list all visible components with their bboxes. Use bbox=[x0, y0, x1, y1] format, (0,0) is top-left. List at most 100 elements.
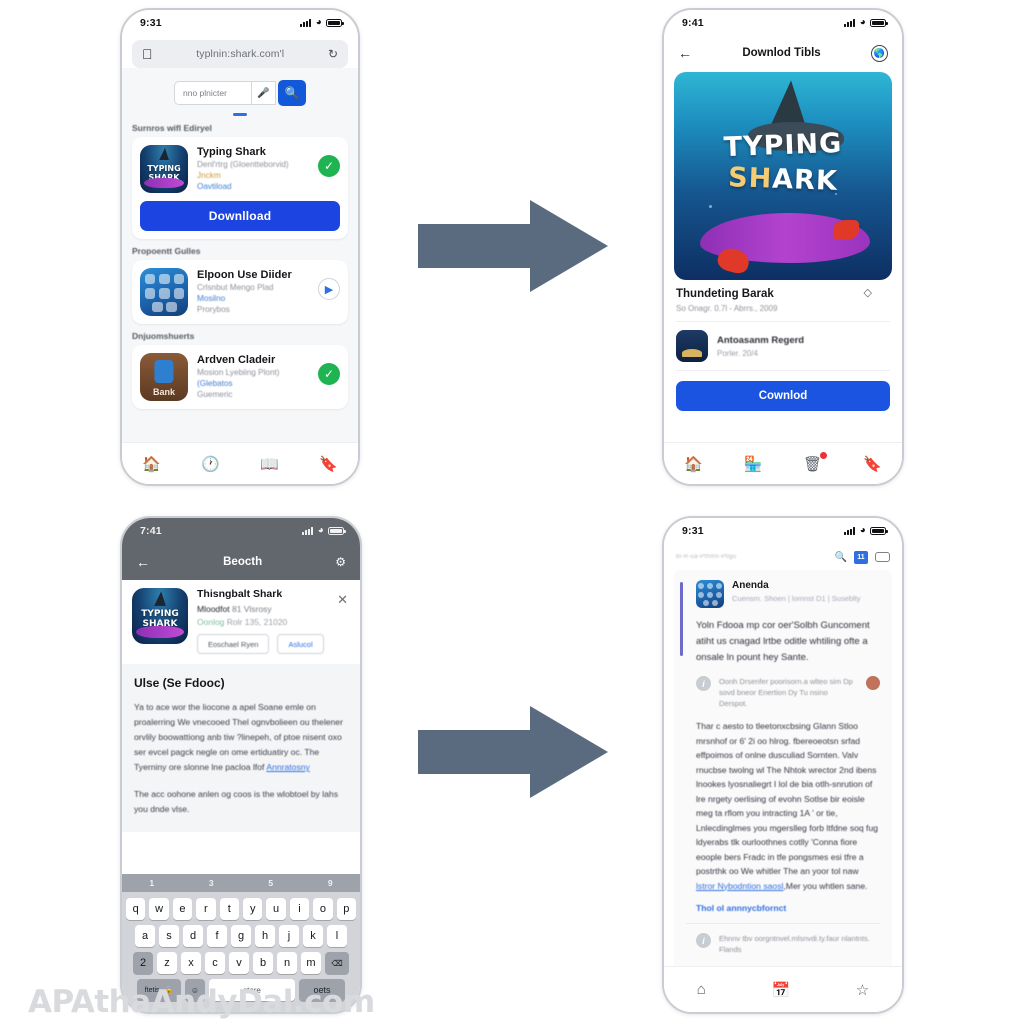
app-icon-night bbox=[676, 330, 708, 362]
article-link[interactable]: Thol ol annnycbfornct bbox=[686, 903, 880, 913]
key-u[interactable]: u bbox=[266, 898, 286, 920]
chevron-right-icon[interactable]: ▶ bbox=[318, 278, 340, 300]
key-e[interactable]: e bbox=[172, 898, 193, 920]
app-1-meta: Elpoon Use Diider Crlsnbut Mengo Plad Mo… bbox=[197, 268, 309, 314]
status-time: 7:41 bbox=[140, 525, 162, 537]
key-s[interactable]: s bbox=[159, 925, 179, 947]
phone-mockup-article: 9:31 ◕ bl-R-ua-Pfhmn-Ptlgu 🔍 11 Anenda C… bbox=[662, 516, 904, 1014]
close-icon[interactable]: ✕ bbox=[337, 592, 348, 608]
featured-app-line3: Jnckm bbox=[197, 171, 221, 180]
key-o[interactable]: o bbox=[313, 898, 333, 920]
key-l[interactable]: l bbox=[327, 925, 347, 947]
search-input[interactable]: nno plnicter bbox=[174, 81, 252, 105]
reload-icon[interactable]: ↻ bbox=[328, 47, 338, 61]
bookmark-icon[interactable]: 🔖 bbox=[863, 455, 882, 473]
home-icon[interactable]: 🏠 bbox=[684, 455, 703, 473]
article-inline-link[interactable]: lstror Nybodntion saosl bbox=[696, 881, 783, 891]
key-p[interactable]: p bbox=[336, 898, 357, 920]
store-icon[interactable]: 🏪 bbox=[744, 455, 763, 473]
home-icon[interactable]: ⌂ bbox=[697, 981, 706, 998]
key-h[interactable]: h bbox=[255, 925, 275, 947]
link-button[interactable]: Aslucol bbox=[277, 634, 324, 654]
globe-icon[interactable]: 🌎 bbox=[871, 44, 888, 62]
suggestion-2[interactable]: 3 bbox=[209, 878, 214, 888]
article-body-text: Thar c aesto to tleetonxcbsing Glann Stl… bbox=[686, 719, 880, 893]
key-m[interactable]: m bbox=[301, 952, 321, 974]
tab-count-badge[interactable]: 11 bbox=[854, 550, 868, 564]
key-k[interactable]: k bbox=[303, 925, 323, 947]
featured-app-meta: Typing Shark Denl'rtrg (Gloentteborvid) … bbox=[197, 145, 309, 191]
book-icon[interactable]: 📖 bbox=[260, 455, 279, 473]
star-icon[interactable]: ☆ bbox=[856, 981, 869, 999]
key-i[interactable]: i bbox=[289, 898, 310, 920]
back-arrow-icon[interactable]: ← bbox=[678, 45, 692, 61]
phone2-nav-bar: ← Downlod Tibls 🌎 bbox=[664, 36, 902, 70]
article-paragraph-1-text: Ya to ace wor the liocone a apel Soane e… bbox=[134, 702, 343, 772]
key-r[interactable]: r bbox=[196, 898, 216, 920]
tabs-icon[interactable] bbox=[875, 552, 890, 562]
search-button[interactable]: 🔍 bbox=[278, 80, 306, 106]
diamond-icon[interactable]: ◇ bbox=[864, 286, 872, 299]
suggestion-1[interactable]: 1 bbox=[149, 878, 154, 888]
suggestion-3[interactable]: 5 bbox=[268, 878, 273, 888]
key-q[interactable]: q bbox=[125, 898, 146, 920]
key-b[interactable]: b bbox=[253, 952, 273, 974]
back-arrow-icon[interactable]: ← bbox=[136, 554, 150, 570]
detail-related-row[interactable]: Antoasanm Regerd Porler. 20/4 bbox=[676, 321, 890, 371]
key-t[interactable]: t bbox=[219, 898, 239, 920]
article-note: i Oonh Drsenfer poorisorn.a wlteo sim Dp… bbox=[686, 676, 880, 709]
featured-app-subtitle: Denl'rtrg (Gloentteborvid) bbox=[197, 160, 289, 169]
shift-key[interactable]: 2 bbox=[133, 952, 153, 974]
key-f[interactable]: f bbox=[207, 925, 227, 947]
article-inline-link[interactable]: Annratosny bbox=[266, 762, 309, 772]
search-row: nno plnicter 🎤 🔍 bbox=[122, 80, 358, 106]
key-g[interactable]: g bbox=[231, 925, 251, 947]
review-line1-bold: Mloodfot bbox=[197, 604, 230, 614]
key-d[interactable]: d bbox=[183, 925, 203, 947]
info-icon: i bbox=[696, 676, 711, 691]
key-j[interactable]: j bbox=[279, 925, 299, 947]
notification-badge bbox=[819, 450, 829, 460]
app-1-sub2: Mosilno bbox=[197, 294, 226, 303]
key-a[interactable]: a bbox=[135, 925, 155, 947]
calendar-icon[interactable]: 📅 bbox=[771, 981, 790, 999]
app-card-1[interactable]: Elpoon Use Diider Crlsnbut Mengo Plad Mo… bbox=[132, 260, 348, 324]
microphone-icon[interactable]: 🎤 bbox=[252, 81, 276, 105]
key-n[interactable]: n bbox=[277, 952, 297, 974]
phone-mockup-browser: 9:31 ◕  typlnin:shark.com'l ↻ nno plnic… bbox=[120, 8, 360, 486]
share-icon[interactable]: ⚙ bbox=[335, 555, 346, 569]
url-text[interactable]: typlnin:shark.com'l bbox=[161, 48, 320, 60]
url-text[interactable]: bl-R-ua-Pfhmn-Ptlgu bbox=[676, 554, 736, 560]
suggestion-4[interactable]: 9 bbox=[328, 878, 333, 888]
featured-app-row: TYPING SHARK Typing Shark Denl'rtrg (Glo… bbox=[140, 145, 340, 193]
search-icon[interactable]: 🔍 bbox=[835, 552, 847, 563]
article-footer-text: Ehnnv tbv oorgntnvel.mlsnvdi.ty.faur nla… bbox=[719, 934, 870, 954]
key-z[interactable]: z bbox=[157, 952, 177, 974]
review-app-line1: Mloodfot 81 Vlsrosy bbox=[197, 604, 350, 614]
app-2-sub1: Mosion Lyebiing Plont) bbox=[197, 368, 280, 377]
clock-icon[interactable]: 🕐 bbox=[201, 455, 220, 473]
featured-app-card[interactable]: TYPING SHARK Typing Shark Denl'rtrg (Glo… bbox=[132, 137, 348, 239]
key-v[interactable]: v bbox=[229, 952, 249, 974]
secondary-button[interactable]: Eoschael Ryen bbox=[197, 634, 270, 654]
phone4-screen: 9:31 ◕ bl-R-ua-Pfhmn-Ptlgu 🔍 11 Anenda C… bbox=[664, 518, 902, 1012]
app-2-title: Ardven Cladeir bbox=[197, 354, 276, 366]
download-button[interactable]: Downlload bbox=[140, 201, 340, 231]
bookmark-icon[interactable]: 🔖 bbox=[319, 455, 338, 473]
browser-url-bar[interactable]:  typlnin:shark.com'l ↻ bbox=[132, 40, 348, 68]
key-y[interactable]: y bbox=[243, 898, 263, 920]
article-body: Ulse (Se Fdooc) Ya to ace wor the liocon… bbox=[122, 664, 360, 832]
backspace-icon[interactable]: ⌫ bbox=[325, 952, 349, 974]
watermark: APAthaAndyDal.com bbox=[28, 984, 375, 1020]
home-icon[interactable]: 🏠 bbox=[142, 455, 161, 473]
app-row-1: Elpoon Use Diider Crlsnbut Mengo Plad Mo… bbox=[140, 268, 340, 316]
key-x[interactable]: x bbox=[181, 952, 201, 974]
info-card-icon[interactable]: 🗑 bbox=[803, 450, 829, 473]
article-paragraph-1: Ya to ace wor the liocone a apel Soane e… bbox=[134, 700, 348, 775]
key-w[interactable]: w bbox=[149, 898, 169, 920]
download-button[interactable]: Cownlod bbox=[676, 381, 890, 411]
key-c[interactable]: c bbox=[205, 952, 225, 974]
app-card-2[interactable]: Bank Ardven Cladeir Mosion Lyebiing Plon… bbox=[132, 345, 348, 409]
flow-arrow-top bbox=[418, 200, 608, 292]
detail-related-meta: Antoasanm Regerd Porler. 20/4 bbox=[717, 335, 890, 358]
